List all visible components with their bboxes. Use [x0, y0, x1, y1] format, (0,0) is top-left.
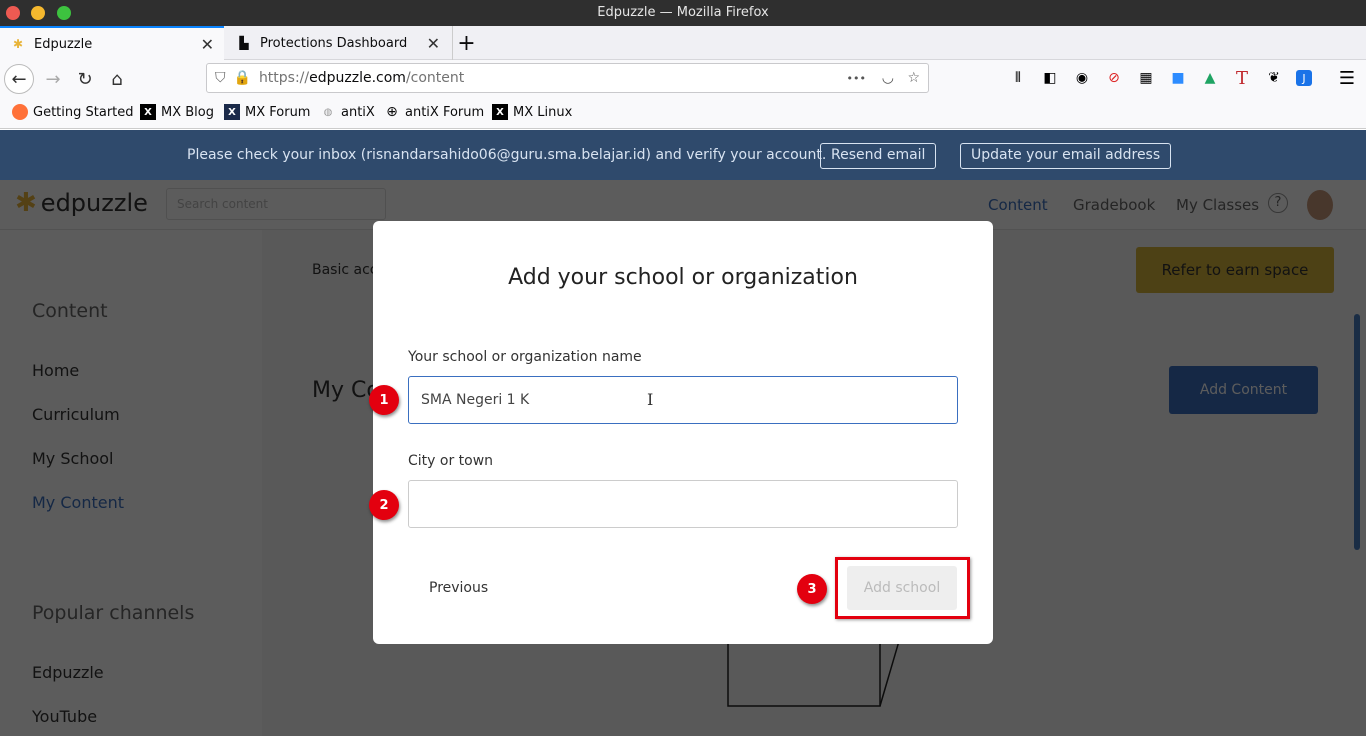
edpuzzle-favicon-icon: ✱ — [12, 37, 24, 51]
bookmark-label: MX Blog — [161, 104, 214, 120]
bookmark-mx-blog[interactable]: X MX Blog — [140, 104, 214, 120]
text-extension-icon[interactable]: T — [1232, 68, 1252, 89]
tab-protections-dashboard[interactable]: ▙ Protections Dashboard ✕ — [226, 26, 450, 60]
url-bar[interactable]: ⛉ 🔒 https://edpuzzle.com/content ••• ◡ ☆ — [206, 63, 929, 93]
shield-icon[interactable]: ⛉ — [215, 70, 226, 86]
chart-bars-icon: ▙ — [239, 36, 249, 50]
window-title: Edpuzzle — Mozilla Firefox — [597, 5, 769, 20]
home-button[interactable]: ⌂ — [102, 64, 132, 94]
back-button[interactable]: ← — [4, 64, 34, 94]
pocket-icon[interactable]: ◡ — [882, 70, 894, 86]
bookmark-label: antiX Forum — [405, 104, 485, 120]
lock-icon[interactable]: 🔒 — [234, 70, 251, 86]
page-actions-icon[interactable]: ••• — [847, 72, 866, 85]
school-name-input[interactable]: SMA Negeri 1 K I — [408, 376, 958, 424]
bookmarks-toolbar: Getting Started X MX Blog X MX Forum ◍ anti… — [0, 97, 1366, 129]
mx-icon: X — [492, 104, 508, 120]
bookmark-label: MX Forum — [245, 104, 311, 120]
account-icon[interactable]: ◉ — [1072, 68, 1092, 88]
text-cursor-icon: I — [647, 390, 654, 409]
annotation-highlight-box — [835, 557, 970, 619]
annotation-badge-2: 2 — [369, 490, 399, 520]
bookmark-antix[interactable]: ◍ antiX — [320, 104, 375, 120]
arrow-left-icon: ← — [11, 68, 27, 90]
update-email-button[interactable]: Update your email address — [960, 143, 1172, 169]
tab-edpuzzle[interactable]: ✱ Edpuzzle ✕ — [0, 26, 224, 60]
navigation-bar: ← → ↻ ⌂ ⛉ 🔒 https://edpuzzle.com/content… — [0, 60, 1366, 97]
close-tab-icon[interactable]: ✕ — [201, 35, 214, 54]
reload-icon: ↻ — [77, 68, 93, 90]
city-input[interactable] — [408, 480, 958, 528]
forward-button[interactable]: → — [38, 64, 68, 94]
mx-icon: X — [140, 104, 156, 120]
tab-bar: ✱ Edpuzzle ✕ ▙ Protections Dashboard ✕ + — [0, 26, 1366, 60]
bookmark-label: antiX — [341, 104, 375, 120]
school-name-label: Your school or organization name — [408, 349, 642, 365]
bookmark-star-icon[interactable]: ☆ — [907, 70, 920, 86]
close-tab-icon[interactable]: ✕ — [427, 34, 440, 53]
plus-icon: + — [457, 30, 476, 56]
new-tab-button[interactable]: + — [452, 26, 480, 60]
bookmark-label: Getting Started — [33, 104, 134, 120]
reload-button[interactable]: ↻ — [70, 64, 100, 94]
zoom-extension-icon[interactable]: ■ — [1168, 68, 1188, 88]
bookmark-mx-forum[interactable]: X MX Forum — [224, 104, 310, 120]
home-icon: ⌂ — [111, 68, 123, 90]
sidebar-icon[interactable]: ◧ — [1040, 68, 1060, 88]
mx-icon: X — [224, 104, 240, 120]
bookmark-mx-linux[interactable]: X MX Linux — [492, 104, 572, 120]
modal-title: Add your school or organization — [508, 265, 858, 290]
translate-extension-icon[interactable]: J — [1296, 70, 1312, 86]
bookmark-getting-started[interactable]: Getting Started — [12, 104, 134, 120]
antix-icon: ◍ — [323, 106, 333, 118]
arrow-right-icon: → — [45, 68, 61, 90]
annotation-badge-1: 1 — [369, 385, 399, 415]
url-host: edpuzzle.com — [309, 70, 406, 86]
resend-email-button[interactable]: Resend email — [820, 143, 937, 169]
modal-backdrop[interactable]: Add your school or organization Your sch… — [0, 180, 1366, 736]
tab-label: Edpuzzle — [34, 36, 93, 52]
window-titlebar: Edpuzzle — Mozilla Firefox — [0, 0, 1366, 26]
globe-icon: ⊕ — [386, 104, 398, 120]
tab-label: Protections Dashboard — [260, 35, 408, 51]
previous-button[interactable]: Previous — [429, 580, 488, 596]
verify-email-banner: Please check your inbox (risnandarsahido… — [0, 130, 1366, 180]
apps-extension-icon[interactable]: ▦ — [1136, 68, 1156, 88]
url-prefix: https:// — [258, 70, 310, 86]
google-drive-icon[interactable]: ▲ — [1200, 68, 1220, 88]
school-name-value: SMA Negeri 1 K — [421, 392, 530, 408]
url-path: /content — [405, 70, 465, 86]
page-content: Please check your inbox (risnandarsahido… — [0, 130, 1366, 736]
banner-message: Please check your inbox (risnandarsahido… — [187, 147, 827, 163]
library-icon[interactable]: ⫴ — [1008, 68, 1028, 88]
blocker-extension-icon[interactable]: ⊘ — [1104, 68, 1124, 88]
firefox-icon — [12, 104, 28, 120]
bookmark-antix-forum[interactable]: ⊕ antiX Forum — [384, 104, 484, 120]
annotation-badge-3: 3 — [797, 574, 827, 604]
city-label: City or town — [408, 453, 494, 469]
gnome-extension-icon[interactable]: ❦ — [1264, 68, 1284, 88]
add-school-modal: Add your school or organization Your sch… — [369, 221, 993, 644]
bookmark-label: MX Linux — [513, 104, 573, 120]
hamburger-menu-icon[interactable]: ☰ — [1337, 68, 1357, 89]
